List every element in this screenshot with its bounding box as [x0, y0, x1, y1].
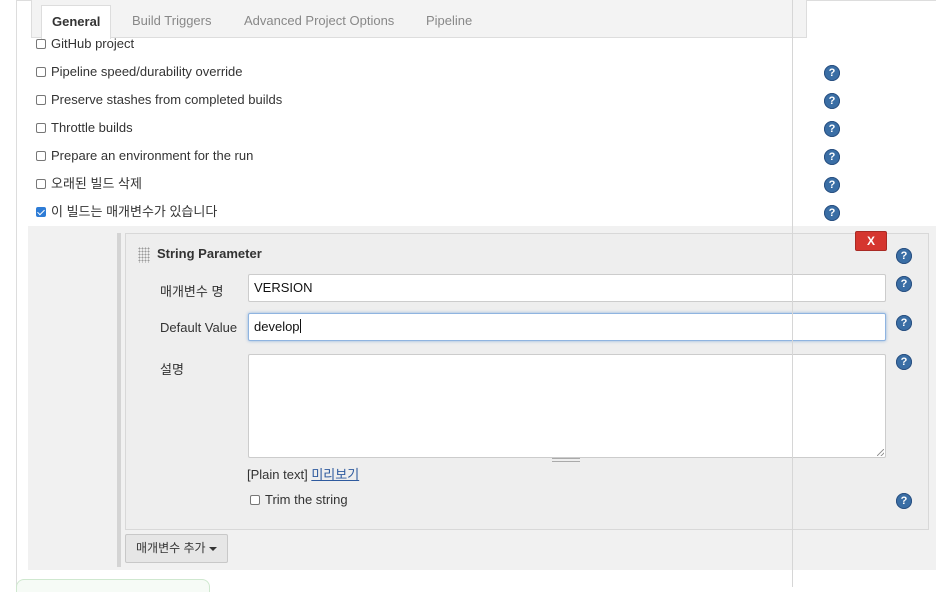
help-icon[interactable]	[896, 248, 912, 264]
tab-build-triggers[interactable]: Build Triggers	[132, 9, 211, 37]
help-icon[interactable]	[824, 121, 840, 137]
description-textarea[interactable]	[248, 354, 886, 458]
throttle-builds-checkbox[interactable]	[36, 123, 46, 133]
option-preserve-stashes[interactable]: Preserve stashes from completed builds	[36, 91, 282, 109]
help-icon[interactable]	[824, 149, 840, 165]
next-section-tab	[16, 579, 210, 592]
textarea-splitter[interactable]	[552, 458, 580, 462]
help-icon[interactable]	[896, 493, 912, 509]
chevron-down-icon	[209, 547, 217, 551]
delete-parameter-button[interactable]: X	[855, 231, 887, 251]
option-parameterized[interactable]: 이 빌드는 매개변수가 있습니다	[36, 203, 217, 221]
add-parameter-label: 매개변수 추가	[136, 541, 206, 555]
description-label: 설명	[160, 362, 184, 377]
discard-old-builds-checkbox[interactable]	[36, 179, 46, 189]
preview-link[interactable]: 미리보기	[311, 467, 359, 482]
parameters-rail	[117, 233, 121, 567]
trim-checkbox[interactable]	[250, 495, 260, 505]
drag-handle-icon[interactable]	[138, 247, 150, 263]
option-pipeline-speed[interactable]: Pipeline speed/durability override	[36, 63, 243, 81]
default-value-input[interactable]: develop	[248, 313, 886, 341]
option-prepare-environment[interactable]: Prepare an environment for the run	[36, 147, 253, 165]
plain-text-label: [Plain text]	[247, 467, 308, 482]
text-caret	[299, 319, 301, 333]
parameterized-checkbox[interactable]	[36, 207, 46, 217]
option-label: Preserve stashes from completed builds	[51, 92, 283, 107]
prepare-environment-checkbox[interactable]	[36, 151, 46, 161]
option-label: 오래된 빌드 삭제	[51, 176, 142, 191]
parameter-title: String Parameter	[157, 246, 262, 261]
add-parameter-button[interactable]: 매개변수 추가	[125, 534, 228, 563]
trim-label: Trim the string	[265, 492, 348, 507]
tab-pipeline[interactable]: Pipeline	[426, 9, 472, 37]
help-icon[interactable]	[824, 205, 840, 221]
option-label: Pipeline speed/durability override	[51, 64, 243, 79]
resize-handle-icon[interactable]	[877, 449, 884, 456]
option-label: Throttle builds	[51, 120, 133, 135]
parameter-name-value: VERSION	[254, 280, 313, 295]
help-icon[interactable]	[896, 276, 912, 292]
default-value-label: Default Value	[160, 320, 238, 335]
option-github-project[interactable]: GitHub project	[36, 35, 134, 53]
option-label: GitHub project	[51, 36, 135, 51]
tab-general[interactable]: General	[41, 5, 112, 39]
pipeline-speed-checkbox[interactable]	[36, 67, 46, 77]
trim-option[interactable]: Trim the string	[250, 492, 348, 507]
preserve-stashes-checkbox[interactable]	[36, 95, 46, 105]
help-icon[interactable]	[824, 177, 840, 193]
option-discard-old-builds[interactable]: 오래된 빌드 삭제	[36, 175, 142, 193]
option-label: 이 빌드는 매개변수가 있습니다	[51, 204, 218, 219]
option-label: Prepare an environment for the run	[51, 148, 254, 163]
name-label: 매개변수 명	[160, 284, 224, 299]
github-project-checkbox[interactable]	[36, 39, 46, 49]
parameter-name-input[interactable]: VERSION	[248, 274, 886, 302]
divider	[792, 0, 793, 587]
markup-format-note: [Plain text] 미리보기	[247, 464, 359, 483]
option-throttle-builds[interactable]: Throttle builds	[36, 119, 133, 137]
help-icon[interactable]	[896, 315, 912, 331]
default-value-text: develop	[254, 319, 300, 334]
help-icon[interactable]	[824, 65, 840, 81]
help-icon[interactable]	[896, 354, 912, 370]
help-icon[interactable]	[824, 93, 840, 109]
tab-advanced-project-options[interactable]: Advanced Project Options	[244, 9, 394, 37]
